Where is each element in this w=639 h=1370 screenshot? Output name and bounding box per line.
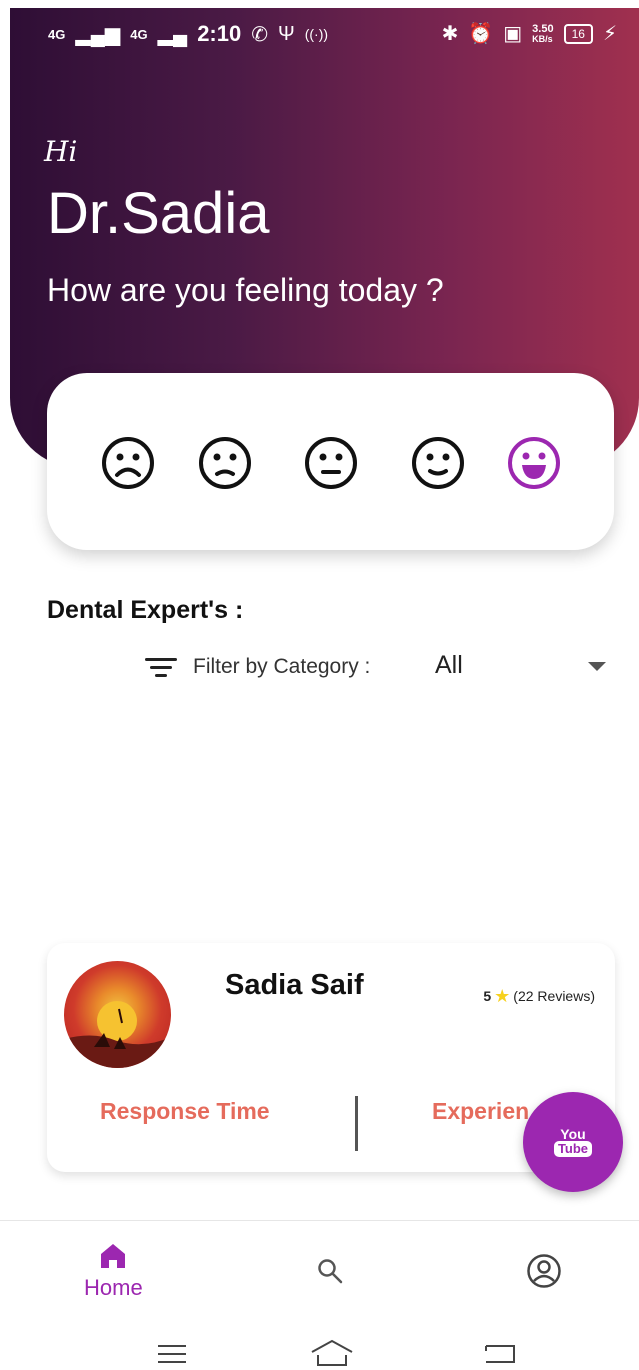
chevron-down-icon (588, 662, 606, 671)
youtube-icon-top: You (560, 1126, 586, 1142)
vibrate-icon: ▣ (503, 23, 523, 45)
account-circle-icon (527, 1254, 561, 1288)
signal-bars-icon-2: ▂▄ (157, 23, 188, 46)
alarm-icon: ⏰ (468, 23, 494, 45)
feeling-question: How are you feeling today ? (47, 272, 444, 308)
signal-bars-icon: ▂▄▆ (75, 23, 121, 46)
rating-value: 5 (483, 988, 492, 1004)
bottom-navigation: Home (0, 1220, 639, 1331)
search-icon (318, 1259, 343, 1284)
mood-selector-card (47, 373, 614, 550)
network-speed-unit: KB/s (532, 33, 553, 44)
experience-label: Experien (432, 1098, 530, 1124)
sad-face-icon[interactable] (197, 435, 253, 491)
category-selected-value: All (435, 651, 463, 679)
neutral-face-icon[interactable] (303, 435, 359, 491)
doctor-avatar (64, 961, 171, 1068)
hotspot-icon: ((·)) (304, 26, 329, 42)
usb-icon: Ψ (278, 22, 295, 45)
filter-icon[interactable] (145, 656, 177, 678)
doctor-rating: 5 ★ (22 Reviews) (483, 986, 595, 1006)
clock: 2:10 (197, 21, 242, 46)
charging-icon: ⚡ (602, 23, 617, 45)
home-system-icon[interactable] (310, 1338, 354, 1368)
response-time-label: Response Time (100, 1098, 270, 1124)
category-dropdown[interactable]: All (420, 630, 634, 701)
battery-level: 16 (563, 23, 593, 44)
network-signal-1: 4G (48, 26, 66, 42)
slight-smile-face-icon[interactable] (410, 435, 466, 491)
youtube-icon-bottom: Tube (553, 1141, 593, 1157)
menu-icon[interactable] (156, 1342, 188, 1366)
happy-face-icon[interactable] (506, 435, 562, 491)
user-name: Dr.Sadia (47, 181, 270, 246)
app-screen: 4G ▂▄▆ 4G ▂▄ 2:10 ✆ Ψ ((·)) ✱ ⏰ ▣ 3.50 K… (0, 0, 639, 1370)
nav-home-label: Home (84, 1275, 143, 1300)
card-divider (355, 1096, 358, 1151)
dental-experts-title: Dental Expert's : (47, 596, 244, 624)
star-icon: ★ (494, 986, 511, 1006)
filter-label: Filter by Category : (193, 655, 371, 678)
network-signal-2: 4G (130, 26, 148, 42)
nav-profile[interactable] (526, 1253, 562, 1289)
greeting-hi: Hi (44, 135, 78, 168)
back-icon[interactable] (482, 1342, 516, 1366)
filter-row: Filter by Category : (145, 650, 370, 684)
nav-home[interactable]: Home (84, 1241, 143, 1301)
nav-search[interactable] (316, 1257, 344, 1285)
review-count: (22 Reviews) (513, 988, 595, 1004)
status-bar: 4G ▂▄▆ 4G ▂▄ 2:10 ✆ Ψ ((·)) ✱ ⏰ ▣ 3.50 K… (10, 8, 639, 58)
bluetooth-icon: ✱ (441, 23, 459, 45)
whatsapp-icon: ✆ (251, 23, 268, 46)
system-navigation-bar (0, 1330, 639, 1370)
doctor-name: Sadia Saif (225, 969, 364, 1001)
network-speed: 3.50 (532, 22, 554, 35)
youtube-fab-button[interactable]: You Tube (523, 1092, 623, 1192)
very-sad-face-icon[interactable] (100, 435, 156, 491)
home-icon (101, 1244, 126, 1268)
youtube-icon: You Tube (553, 1126, 593, 1157)
